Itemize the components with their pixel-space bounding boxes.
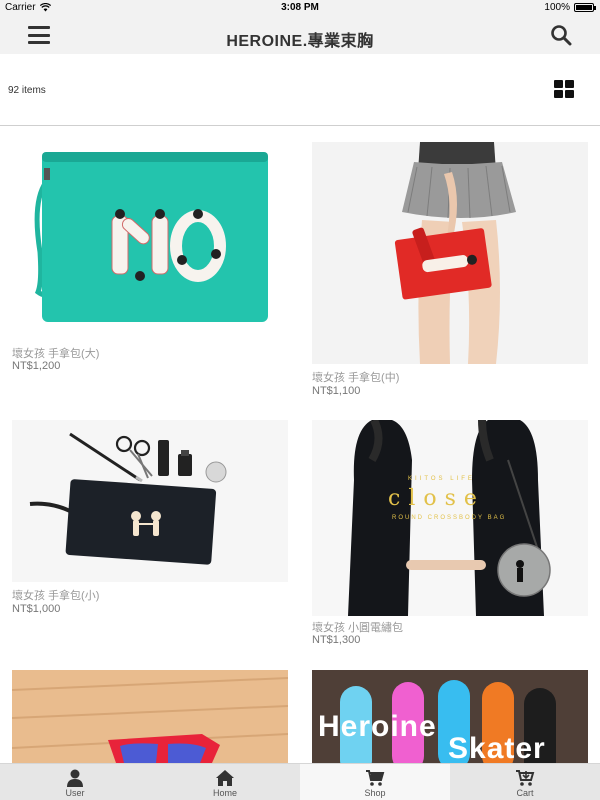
status-time: 3:08 PM xyxy=(281,2,319,13)
item-count: 92 items xyxy=(8,85,46,96)
skater-title-line2: Skater xyxy=(448,732,546,763)
home-icon xyxy=(216,770,234,786)
tab-cart[interactable]: Cart xyxy=(450,764,600,800)
list-toolbar: 92 items xyxy=(0,54,600,126)
product-card[interactable]: 壞女孩 手拿包(大) NT$1,200 xyxy=(12,142,288,378)
navigation-bar: HEROINE.專業束胸 xyxy=(0,16,600,54)
product-price: NT$1,300 xyxy=(312,634,361,646)
tab-label: User xyxy=(65,788,85,798)
product-card[interactable]: Heroine Skater xyxy=(312,670,588,763)
battery-status: 100% xyxy=(544,2,596,13)
page-title: HEROINE.專業束胸 xyxy=(226,33,374,50)
search-icon[interactable] xyxy=(550,24,572,46)
product-name[interactable]: 壞女孩 小圓電繡包 xyxy=(312,619,403,635)
product-name[interactable]: 壞女孩 手拿包(小) xyxy=(12,587,99,603)
tab-user[interactable]: User xyxy=(0,764,150,800)
tab-label: Home xyxy=(212,788,237,798)
product-card[interactable]: 壞女孩 手拿包(中) NT$1,100 xyxy=(312,142,588,400)
product-price: NT$1,000 xyxy=(12,603,61,615)
tab-label: Shop xyxy=(364,788,386,798)
shop-cart-icon xyxy=(366,770,385,786)
product-price: NT$1,100 xyxy=(312,385,361,397)
tab-shop[interactable]: Shop xyxy=(300,764,450,800)
product-name[interactable]: 壞女孩 手拿包(大) xyxy=(12,345,99,361)
bag-brand-label: KIITOS LIFE xyxy=(408,476,475,482)
product-image-teal-clutch[interactable] xyxy=(12,142,288,336)
product-image-round-bag[interactable]: KIITOS LIFE close ROUND CROSSBODY BAG xyxy=(312,420,588,616)
product-card[interactable]: KIITOS LIFE close ROUND CROSSBODY BAG 壞女… xyxy=(312,420,588,650)
battery-percent: 100% xyxy=(544,2,570,13)
tab-bar: User Home Shop Cart xyxy=(0,763,600,800)
user-icon xyxy=(67,769,83,787)
grid-view-icon[interactable] xyxy=(554,80,574,98)
skater-title-line1: Heroine xyxy=(318,710,437,743)
product-image-skateboards[interactable]: Heroine Skater xyxy=(312,670,588,763)
tab-home[interactable]: Home xyxy=(150,764,300,800)
bag-subtitle-label: ROUND CROSSBODY BAG xyxy=(392,515,507,521)
tab-label: Cart xyxy=(516,788,534,798)
product-card[interactable]: 壞女孩 手拿包(小) NT$1,000 xyxy=(12,420,288,620)
product-image-sunglasses[interactable] xyxy=(12,670,288,763)
battery-icon xyxy=(574,3,596,12)
status-bar: Carrier 3:08 PM 100% xyxy=(0,0,600,16)
product-image-red-clutch[interactable] xyxy=(312,142,588,364)
bag-title-label: close xyxy=(388,486,485,511)
product-card[interactable] xyxy=(12,670,288,763)
product-image-black-pouch[interactable] xyxy=(12,420,288,582)
cart-icon xyxy=(516,770,535,786)
product-price: NT$1,200 xyxy=(12,360,61,372)
product-name[interactable]: 壞女孩 手拿包(中) xyxy=(312,369,399,385)
